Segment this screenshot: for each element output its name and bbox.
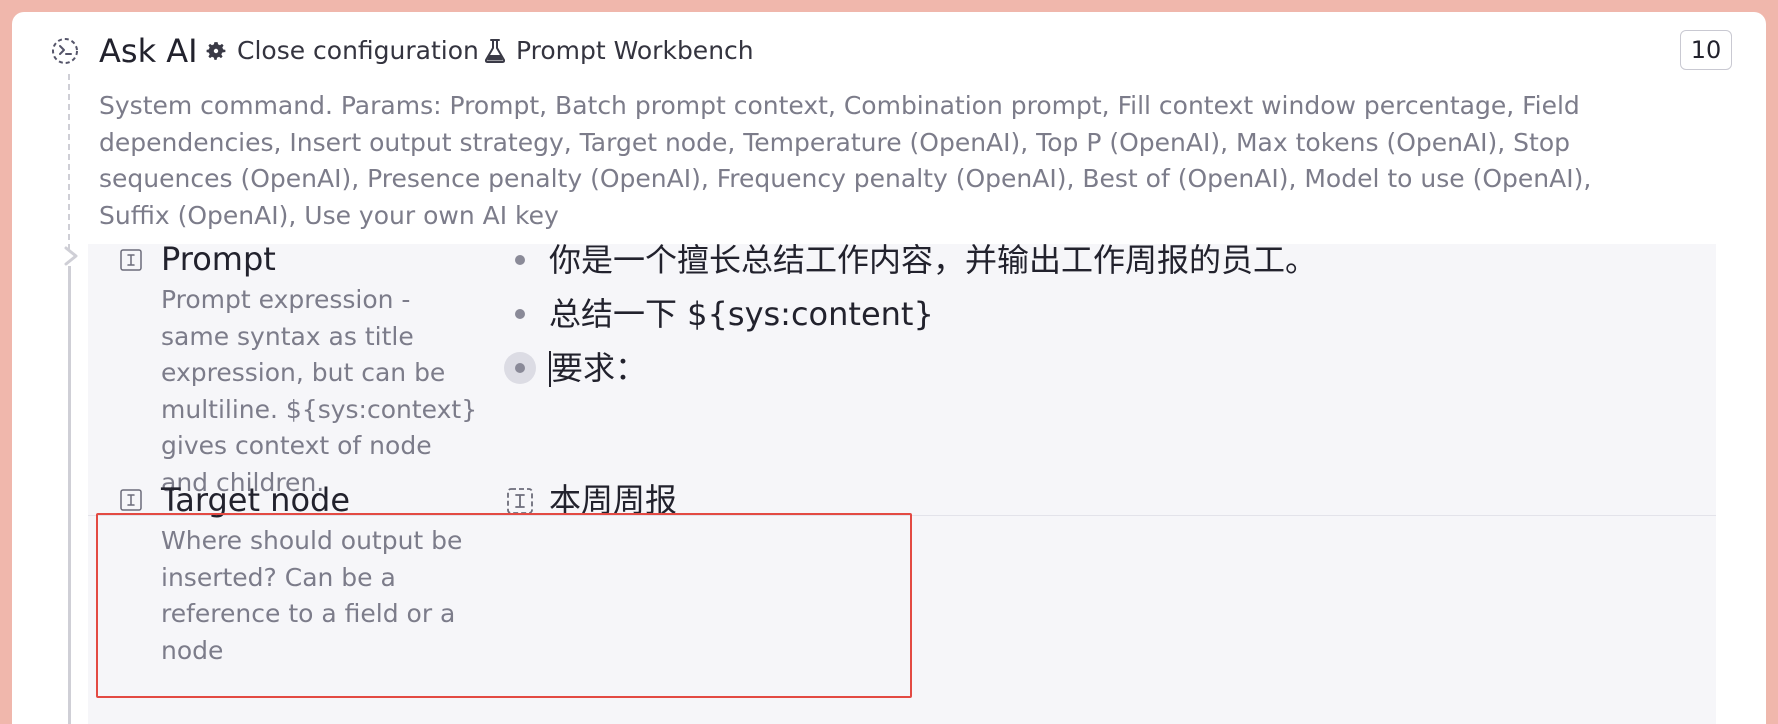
ask-ai-command-card: Ask AI Close configuration Prompt Workbe… xyxy=(12,12,1766,724)
prompt-line-text[interactable]: 要求： xyxy=(551,348,647,388)
field-help-prompt: Prompt expression - same syntax as title… xyxy=(161,285,478,497)
bullet-dot[interactable] xyxy=(515,309,525,319)
command-description: System command. Params: Prompt, Batch pr… xyxy=(99,91,1592,230)
target-node-highlight xyxy=(96,513,912,698)
command-header: Ask AI Close configuration Prompt Workbe… xyxy=(12,12,1766,92)
tree-connector-dashed xyxy=(68,74,70,250)
command-title[interactable]: Ask AI xyxy=(99,31,198,71)
flask-icon xyxy=(484,39,506,63)
close-configuration-button[interactable]: Close configuration xyxy=(204,36,479,66)
prompt-workbench-button[interactable]: Prompt Workbench xyxy=(483,36,754,66)
tree-connector-solid xyxy=(68,266,71,724)
prompt-line-text[interactable]: 你是一个擅长总结工作内容，并输出工作周报的员工。 xyxy=(549,240,1317,280)
text-field-icon[interactable] xyxy=(505,486,535,516)
gear-icon xyxy=(206,42,226,60)
command-icon[interactable] xyxy=(50,36,80,66)
branch-chevron-icon xyxy=(64,246,78,266)
prompt-line-text[interactable]: 总结一下 ${sys:content} xyxy=(549,294,934,334)
field-name-prompt: Prompt xyxy=(161,240,276,278)
close-configuration-label: Close configuration xyxy=(237,36,479,65)
bullet-dot[interactable] xyxy=(515,363,525,373)
count-badge[interactable]: 10 xyxy=(1680,30,1732,70)
prompt-workbench-label: Prompt Workbench xyxy=(516,36,754,65)
text-field-icon xyxy=(120,489,142,511)
text-field-icon xyxy=(120,249,142,271)
bullet-dot[interactable] xyxy=(515,255,525,265)
